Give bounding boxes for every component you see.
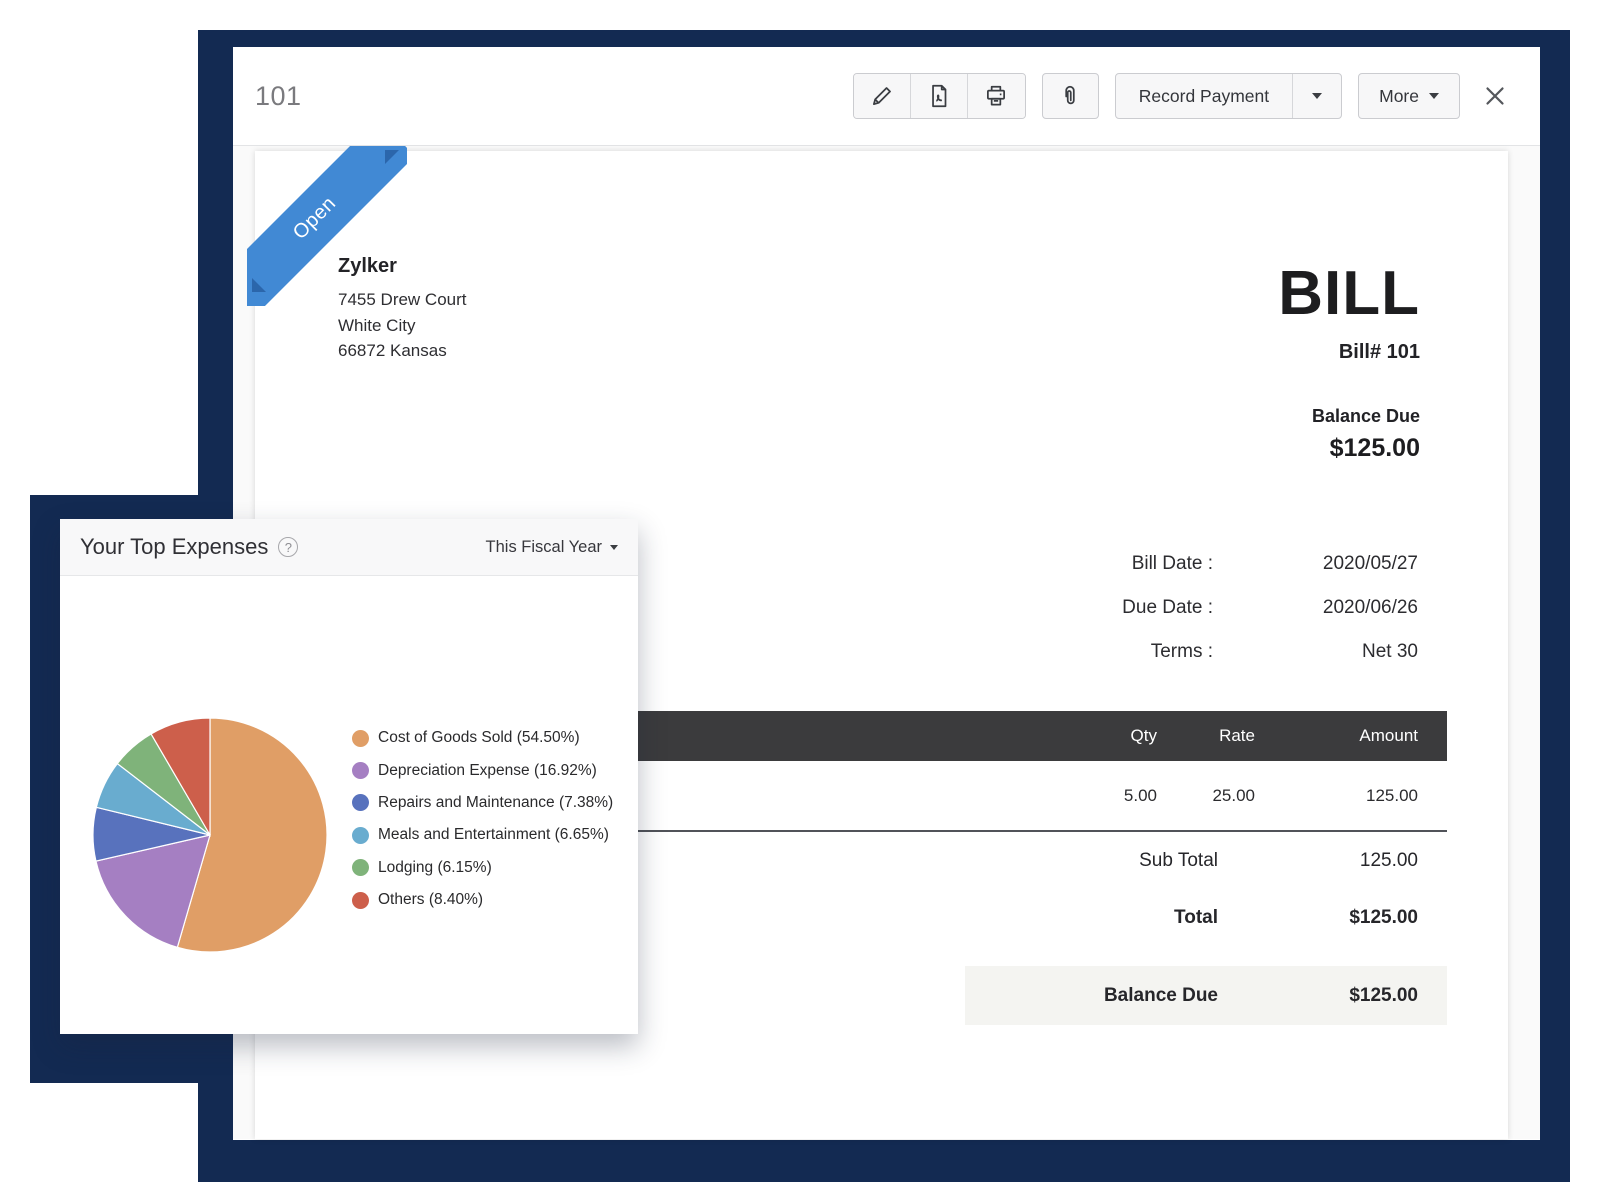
export-pdf-button[interactable] <box>911 74 968 118</box>
vendor-address-line: White City <box>338 313 467 339</box>
total-row: Total $125.00 <box>965 903 1447 933</box>
widget-title: Your Top Expenses <box>80 534 268 560</box>
vendor-name: Zylker <box>338 255 467 278</box>
balance-due-amount: $125.00 <box>1278 434 1420 463</box>
bill-number: Bill# 101 <box>1278 341 1420 364</box>
legend-dot-icon <box>352 762 369 779</box>
meta-label: Terms : <box>965 641 1213 668</box>
column-header-qty: Qty <box>1057 726 1157 746</box>
close-icon <box>1480 81 1510 111</box>
chevron-down-icon <box>610 545 618 550</box>
balance-row-label: Balance Due <box>965 985 1218 1007</box>
icon-button-group <box>853 73 1026 119</box>
balance-row-value: $125.00 <box>1218 985 1418 1007</box>
subtotal-label: Sub Total <box>965 850 1218 872</box>
column-header-amount: Amount <box>1255 726 1418 746</box>
record-payment-dropdown[interactable] <box>1292 74 1341 118</box>
legend-label: Cost of Goods Sold (54.50%) <box>378 729 580 747</box>
status-label: Open <box>289 192 341 244</box>
total-value: $125.00 <box>1218 907 1418 929</box>
meta-row: Terms : Net 30 <box>965 641 1447 668</box>
legend-item: Repairs and Maintenance (7.38%) <box>352 787 613 819</box>
printer-icon <box>983 83 1009 109</box>
record-payment-label[interactable]: Record Payment <box>1116 74 1292 118</box>
paperclip-icon <box>1057 83 1083 109</box>
bill-meta: Bill Date : 2020/05/27 Due Date : 2020/0… <box>965 553 1447 685</box>
edit-button[interactable] <box>854 74 911 118</box>
totals-block: Sub Total 125.00 Total $125.00 Balance D… <box>965 846 1447 1025</box>
legend-label: Repairs and Maintenance (7.38%) <box>378 794 613 812</box>
meta-label: Due Date : <box>965 597 1213 624</box>
print-button[interactable] <box>968 74 1025 118</box>
legend-dot-icon <box>352 892 369 909</box>
close-button[interactable] <box>1480 81 1510 111</box>
balance-due-row: Balance Due $125.00 <box>965 966 1447 1025</box>
subtotal-value: 125.00 <box>1218 850 1418 872</box>
attach-file-button[interactable] <box>1042 73 1099 119</box>
bill-header-block: BILL Bill# 101 Balance Due $125.00 <box>1278 263 1420 463</box>
meta-value: 2020/06/26 <box>1213 597 1418 624</box>
chart-legend: Cost of Goods Sold (54.50%) Depreciation … <box>352 722 613 916</box>
legend-dot-icon <box>352 794 369 811</box>
chevron-down-icon <box>1312 93 1322 99</box>
legend-label: Depreciation Expense (16.92%) <box>378 762 597 780</box>
legend-item: Others (8.40%) <box>352 884 613 916</box>
vendor-address-line: 66872 Kansas <box>338 338 467 364</box>
meta-value: 2020/05/27 <box>1213 553 1418 580</box>
legend-dot-icon <box>352 859 369 876</box>
legend-dot-icon <box>352 730 369 747</box>
toolbar-actions: Record Payment More <box>853 73 1510 119</box>
legend-label: Others (8.40%) <box>378 891 483 909</box>
pdf-file-icon <box>926 83 952 109</box>
legend-dot-icon <box>352 827 369 844</box>
legend-item: Depreciation Expense (16.92%) <box>352 754 613 786</box>
meta-row: Bill Date : 2020/05/27 <box>965 553 1447 580</box>
stage: 101 <box>0 0 1600 1200</box>
meta-row: Due Date : 2020/06/26 <box>965 597 1447 624</box>
cell-qty: 5.00 <box>1057 786 1157 806</box>
column-header-rate: Rate <box>1157 726 1255 746</box>
total-label: Total <box>965 907 1218 929</box>
widget-header: Your Top Expenses ? This Fiscal Year <box>60 519 638 576</box>
pencil-icon <box>869 83 895 109</box>
balance-due-label: Balance Due <box>1278 406 1420 427</box>
help-icon[interactable]: ? <box>278 537 298 557</box>
period-selector[interactable]: This Fiscal Year <box>486 538 618 557</box>
more-button[interactable]: More <box>1358 73 1460 119</box>
legend-item: Cost of Goods Sold (54.50%) <box>352 722 613 754</box>
cell-rate: 25.00 <box>1157 786 1255 806</box>
period-label: This Fiscal Year <box>486 538 602 557</box>
top-expenses-widget: Your Top Expenses ? This Fiscal Year Cos… <box>60 519 638 1034</box>
chevron-down-icon <box>1429 93 1439 99</box>
legend-item: Meals and Entertainment (6.65%) <box>352 819 613 851</box>
record-payment-button[interactable]: Record Payment <box>1115 73 1342 119</box>
expenses-pie-chart[interactable] <box>92 717 328 953</box>
more-label: More <box>1379 86 1419 107</box>
toolbar: 101 <box>233 47 1540 146</box>
vendor-address-line: 7455 Drew Court <box>338 287 467 313</box>
vendor-block: Zylker 7455 Drew Court White City 66872 … <box>338 255 467 364</box>
widget-body: Cost of Goods Sold (54.50%) Depreciation … <box>60 576 638 1033</box>
document-title: BILL <box>1278 263 1420 325</box>
legend-label: Lodging (6.15%) <box>378 859 492 877</box>
meta-value: Net 30 <box>1213 641 1418 668</box>
legend-item: Lodging (6.15%) <box>352 852 613 884</box>
legend-label: Meals and Entertainment (6.65%) <box>378 826 609 844</box>
document-number: 101 <box>255 81 302 112</box>
cell-amount: 125.00 <box>1255 786 1418 806</box>
meta-label: Bill Date : <box>965 553 1213 580</box>
subtotal-row: Sub Total 125.00 <box>965 846 1447 876</box>
